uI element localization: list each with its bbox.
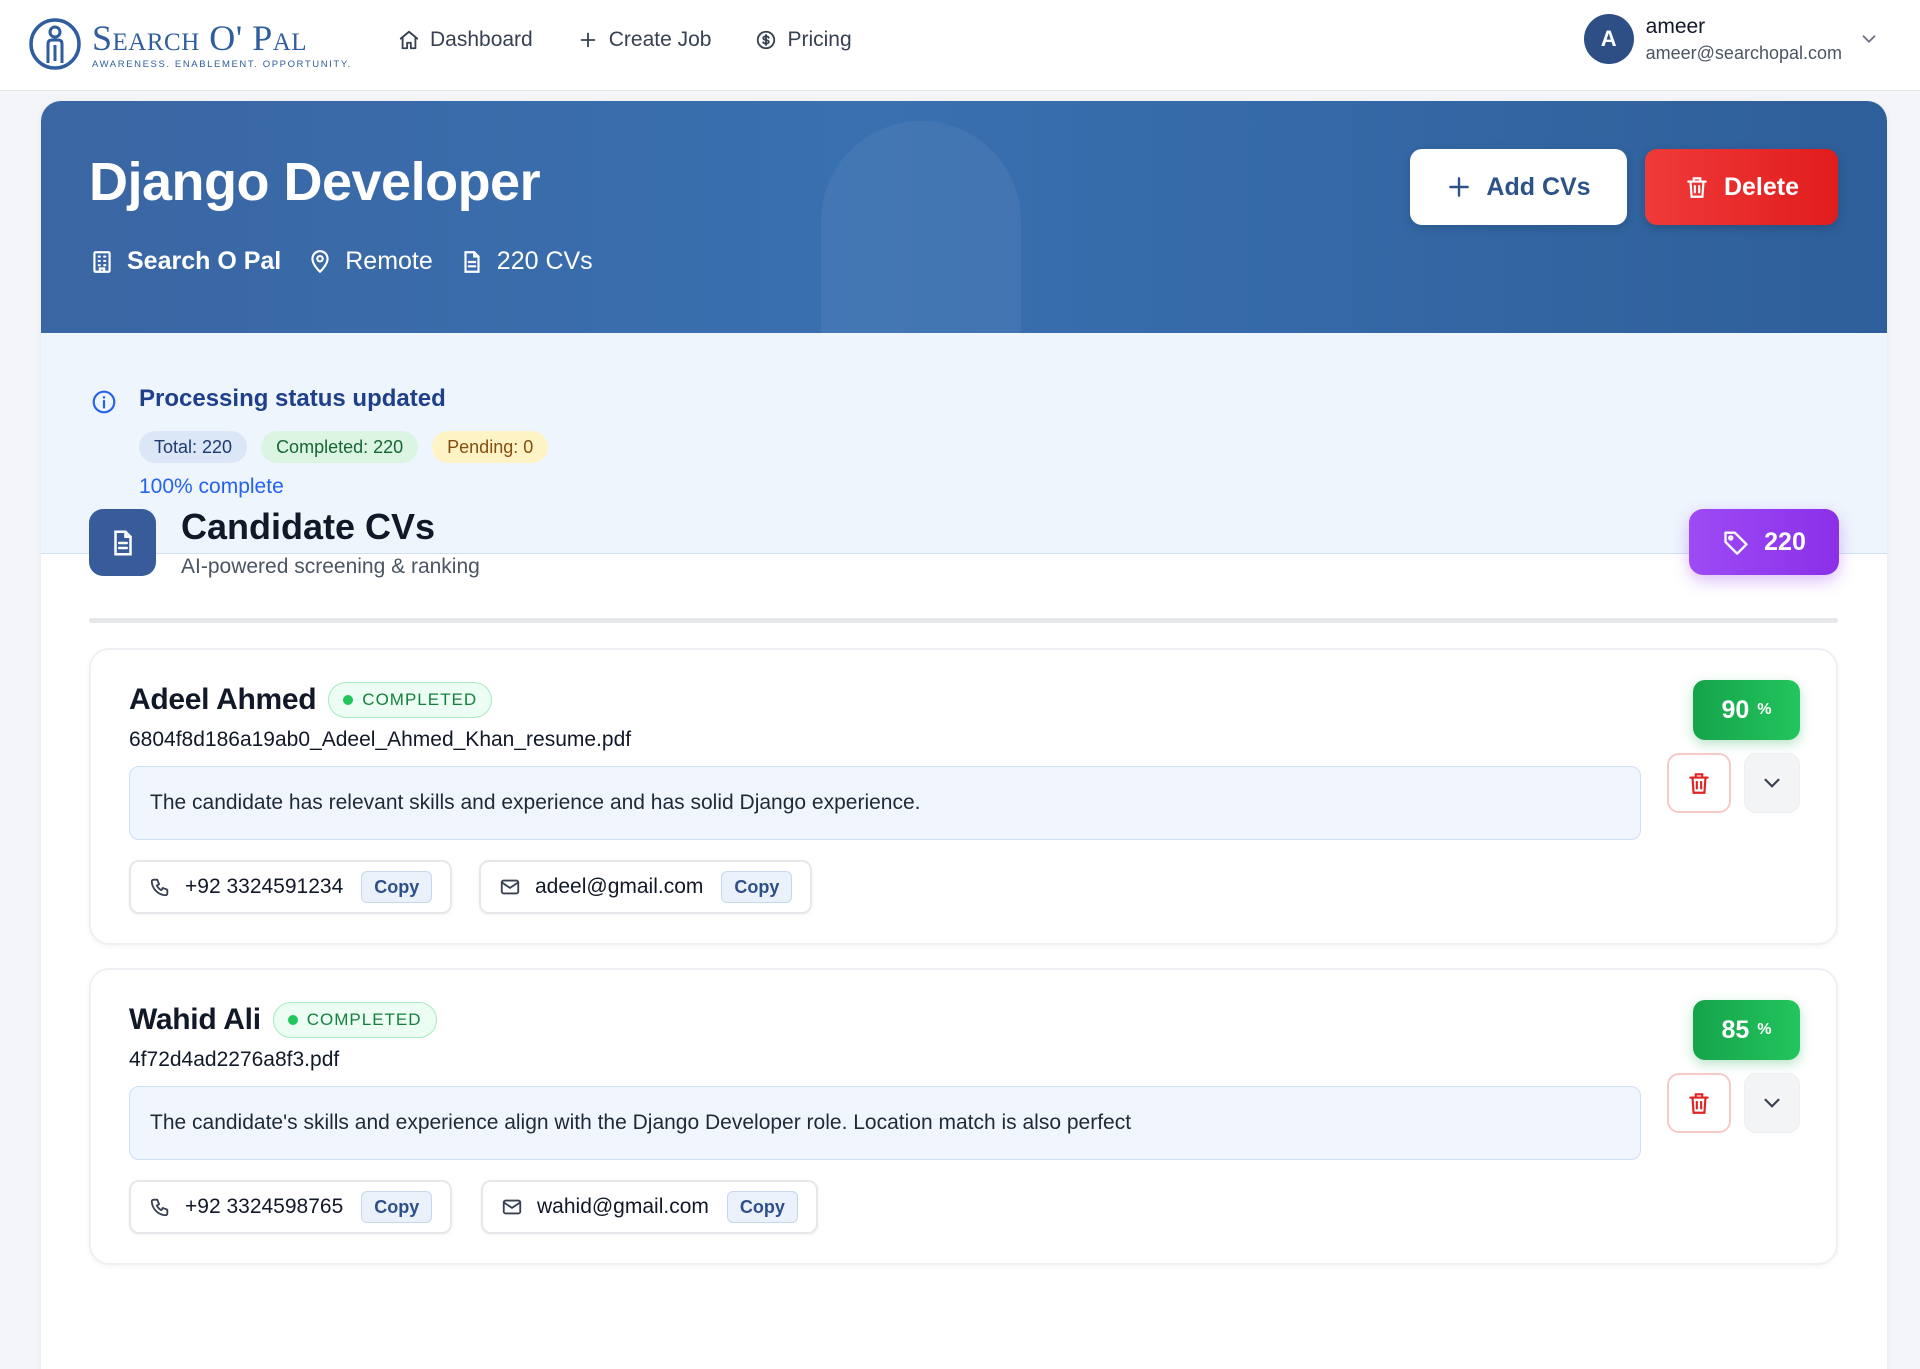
candidates-subtitle: AI-powered screening & ranking <box>181 555 480 578</box>
job-cv-count-label: 220 CVs <box>496 247 593 275</box>
avatar: A <box>1583 14 1634 64</box>
document-icon <box>464 250 480 273</box>
status-dot-icon <box>343 695 354 705</box>
nav-create-job-label: Create Job <box>608 28 712 51</box>
logo-mark-icon <box>29 18 81 70</box>
score-value: 90 <box>1721 695 1750 724</box>
document-icon <box>113 530 132 555</box>
phone-contact: +92 3324598765 Copy <box>129 1180 453 1234</box>
nav-dashboard-link[interactable]: Dashboard <box>398 28 533 52</box>
phone-number: +92 3324598765 <box>185 1195 344 1218</box>
candidates-title: Candidate CVs <box>181 506 436 547</box>
candidate-card[interactable]: Adeel Ahmed COMPLETED 6804f8d186a19ab0_A… <box>89 648 1838 945</box>
user-name: ameer <box>1645 14 1706 38</box>
section-divider <box>89 618 1838 623</box>
nav-pricing-label: Pricing <box>787 28 852 51</box>
job-company: Search O Pal <box>89 247 281 276</box>
score-unit: % <box>1757 701 1772 718</box>
phone-icon <box>150 878 169 897</box>
candidates-section-icon <box>89 509 156 576</box>
status-dot-icon <box>287 1015 298 1025</box>
job-location: Remote <box>307 247 433 276</box>
job-title: Django Developer <box>89 152 541 212</box>
hero-decoration <box>821 121 1021 333</box>
candidate-name: Adeel Ahmed <box>129 683 317 716</box>
copy-email-button[interactable]: Copy <box>721 871 793 903</box>
nav-pricing-link[interactable]: Pricing <box>755 28 852 52</box>
progress-text: 100% complete <box>139 475 284 498</box>
candidate-count: 220 <box>1764 527 1806 556</box>
delete-candidate-button[interactable] <box>1667 1073 1731 1133</box>
tag-icon <box>1724 531 1748 555</box>
job-detail-card: Django Developer Search O Pal Remote 220… <box>41 101 1887 1369</box>
email-address: adeel@gmail.com <box>535 875 704 898</box>
plus-icon <box>1449 177 1470 197</box>
job-hero: Django Developer Search O Pal Remote 220… <box>41 101 1887 333</box>
logo-title: Search O' Pal <box>92 17 308 58</box>
copy-phone-button[interactable]: Copy <box>361 871 433 903</box>
match-score: 85 % <box>1693 1000 1800 1060</box>
chevron-down-icon <box>1764 778 1780 788</box>
job-cv-count: 220 CVs <box>459 247 593 276</box>
nav-create-job-link[interactable]: Create Job <box>577 28 712 52</box>
candidate-name: Wahid Ali <box>129 1003 261 1036</box>
top-navbar: Search O' Pal AWARENESS. ENABLEMENT. OPP… <box>0 0 1920 91</box>
logo-tagline: AWARENESS. ENABLEMENT. OPPORTUNITY. <box>92 58 352 70</box>
cv-summary: The candidate has relevant skills and ex… <box>129 766 1641 840</box>
trash-icon <box>1689 1093 1709 1114</box>
job-meta: Search O Pal Remote 220 CVs <box>89 247 593 276</box>
email-contact: adeel@gmail.com Copy <box>479 860 813 914</box>
logo[interactable]: Search O' Pal AWARENESS. ENABLEMENT. OPP… <box>28 16 352 72</box>
delete-candidate-button[interactable] <box>1667 753 1731 813</box>
plus-icon <box>580 32 596 48</box>
user-email: ameer@searchopal.com <box>1645 42 1842 63</box>
nav-links: Dashboard Create Job Pricing <box>398 28 852 52</box>
score-value: 85 <box>1721 1015 1750 1044</box>
score-unit: % <box>1757 1021 1772 1038</box>
map-pin-icon <box>311 249 329 273</box>
chevron-down-icon <box>1862 35 1876 44</box>
email-address: wahid@gmail.com <box>537 1195 709 1218</box>
user-menu[interactable]: A ameer ameer@searchopal.com <box>1583 14 1880 64</box>
delete-job-button[interactable]: Delete <box>1645 149 1838 225</box>
expand-candidate-button[interactable] <box>1744 1073 1800 1133</box>
mail-icon <box>502 1199 522 1215</box>
mail-icon <box>500 879 520 895</box>
candidate-count-badge: 220 <box>1689 509 1839 575</box>
trash-icon <box>1689 773 1709 794</box>
job-location-label: Remote <box>345 247 433 275</box>
expand-candidate-button[interactable] <box>1744 753 1800 813</box>
status-badges: Total: 220 Completed: 220 Pending: 0 <box>139 431 549 463</box>
info-icon <box>92 390 116 414</box>
status-label: COMPLETED <box>362 690 478 709</box>
copy-email-button[interactable]: Copy <box>726 1191 798 1223</box>
status-badge: COMPLETED <box>272 1002 437 1038</box>
dollar-circle-icon <box>757 30 776 50</box>
email-contact: wahid@gmail.com Copy <box>481 1180 818 1234</box>
match-score: 90 % <box>1693 680 1800 740</box>
pending-badge: Pending: 0 <box>432 431 549 463</box>
phone-icon <box>150 1198 169 1217</box>
cv-filename: 6804f8d186a19ab0_Adeel_Ahmed_Khan_resume… <box>129 728 632 751</box>
status-badge: COMPLETED <box>328 682 493 718</box>
status-title: Processing status updated <box>139 385 446 412</box>
building-icon <box>93 250 111 273</box>
trash-icon <box>1687 177 1707 198</box>
delete-job-label: Delete <box>1723 172 1800 201</box>
cv-filename: 4f72d4ad2276a8f3.pdf <box>129 1048 340 1071</box>
home-icon <box>399 30 419 50</box>
status-label: COMPLETED <box>306 1010 422 1029</box>
chevron-down-icon <box>1764 1098 1780 1108</box>
nav-dashboard-label: Dashboard <box>430 28 533 51</box>
add-cvs-label: Add CVs <box>1486 172 1591 201</box>
phone-contact: +92 3324591234 Copy <box>129 860 453 914</box>
copy-phone-button[interactable]: Copy <box>361 1191 433 1223</box>
total-badge: Total: 220 <box>139 431 248 463</box>
add-cvs-button[interactable]: Add CVs <box>1410 149 1627 225</box>
candidate-card[interactable]: Wahid Ali COMPLETED 4f72d4ad2276a8f3.pdf… <box>89 968 1838 1265</box>
cv-summary: The candidate's skills and experience al… <box>129 1086 1641 1160</box>
completed-badge: Completed: 220 <box>261 431 419 463</box>
phone-number: +92 3324591234 <box>185 875 344 898</box>
job-company-label: Search O Pal <box>127 247 282 275</box>
